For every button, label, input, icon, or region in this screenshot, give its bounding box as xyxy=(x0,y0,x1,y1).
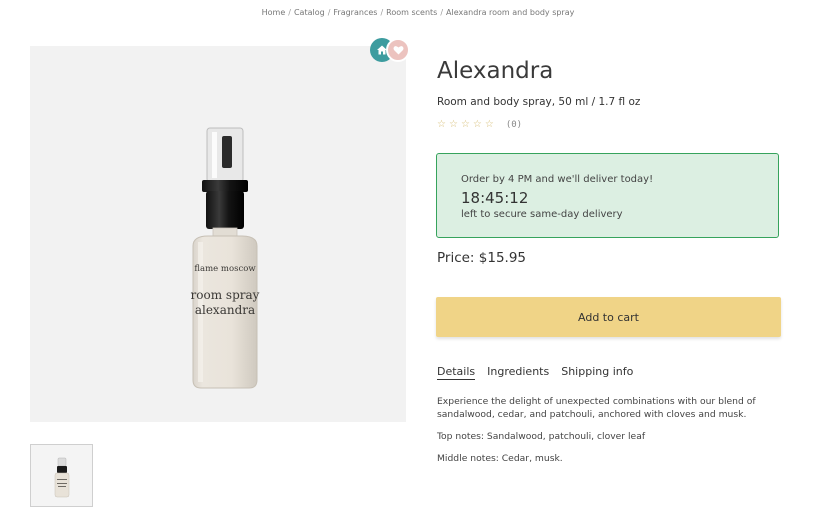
add-to-cart-button[interactable]: Add to cart xyxy=(436,297,781,337)
tab-shipping-info[interactable]: Shipping info xyxy=(561,365,633,380)
tab-details[interactable]: Details xyxy=(437,365,476,380)
breadcrumb-separator: / xyxy=(288,8,291,17)
breadcrumb-separator: / xyxy=(440,8,444,17)
middle-notes: Middle notes: Cedar, musk. xyxy=(437,453,563,464)
delivery-message: Order by 4 PM and we'll deliver today! xyxy=(461,174,654,185)
product-title: Alexandra xyxy=(437,58,554,84)
same-day-delivery-box: Order by 4 PM and we'll deliver today! 1… xyxy=(436,153,779,238)
tab-ingredients[interactable]: Ingredients xyxy=(487,365,549,380)
delivery-countdown: 18:45:12 xyxy=(461,189,529,207)
breadcrumb-room-scents[interactable]: Room scents xyxy=(386,8,437,17)
product-subtitle: Room and body spray, 50 ml / 1.7 fl oz xyxy=(437,96,641,108)
breadcrumb-separator: / xyxy=(380,8,384,17)
favorite-badge[interactable] xyxy=(386,38,410,62)
spray-bottle-image: flame moscow room spray alexandra xyxy=(191,127,260,389)
heart-icon xyxy=(393,46,403,55)
rating-count: (0) xyxy=(505,120,523,130)
thumbnail-bottle-image xyxy=(54,457,70,498)
bottle-label-brand: flame moscow xyxy=(194,264,256,274)
product-price: Price: $15.95 xyxy=(437,250,527,266)
gallery-thumbnail[interactable] xyxy=(30,444,93,507)
star-icon: ☆ xyxy=(460,119,470,130)
breadcrumb: Home / Catalog / Fragrances / Room scents / Alex… xyxy=(0,8,836,17)
star-icon: ☆ xyxy=(472,119,482,130)
breadcrumb-fragrances[interactable]: Fragrances xyxy=(333,8,377,17)
breadcrumb-current: Alexandra room and body spray xyxy=(446,8,575,17)
product-badges xyxy=(370,38,412,62)
product-main-image[interactable]: flame moscow room spray alexandra xyxy=(30,46,406,422)
product-description: Experience the delight of unexpected com… xyxy=(437,396,756,420)
product-rating[interactable]: ☆ ☆ ☆ ☆ ☆ (0) xyxy=(437,119,523,131)
star-icon: ☆ xyxy=(448,119,458,130)
bottle-label-line1: room spray xyxy=(191,288,260,302)
product-info-tabs: Details Ingredients Shipping info xyxy=(437,365,645,380)
breadcrumb-separator: / xyxy=(327,8,331,17)
star-icon: ☆ xyxy=(437,119,446,130)
top-notes: Top notes: Sandalwood, patchouli, clover… xyxy=(437,431,646,442)
star-icon: ☆ xyxy=(484,119,494,130)
delivery-note: left to secure same-day delivery xyxy=(461,209,623,220)
breadcrumb-catalog[interactable]: Catalog xyxy=(294,8,325,17)
bottle-label-line2: alexandra xyxy=(195,303,255,317)
breadcrumb-home[interactable]: Home xyxy=(262,8,286,17)
